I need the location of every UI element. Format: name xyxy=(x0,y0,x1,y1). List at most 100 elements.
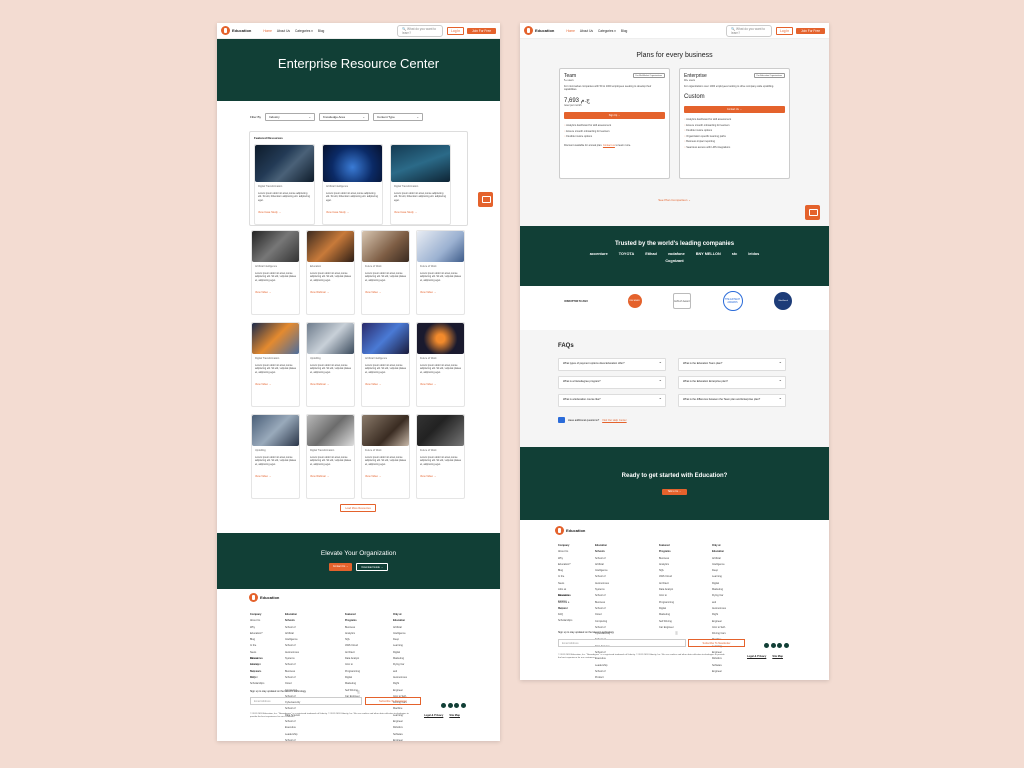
search-input[interactable]: 🔍 What do you want to learn? xyxy=(726,24,773,37)
facebook-icon[interactable] xyxy=(441,703,446,708)
resource-card[interactable]: Future of Work Lorem ipsum dolor sit amet… xyxy=(361,230,410,315)
footer-link[interactable]: Digital Marketing xyxy=(712,581,726,594)
card-link[interactable]: View Video → xyxy=(420,383,461,387)
footer-link[interactable]: Deep Learning xyxy=(393,637,407,650)
footer-link[interactable]: Deep Learning xyxy=(712,568,726,581)
faq-item-4[interactable]: What is a Education course like? xyxy=(558,394,666,407)
footer-link[interactable]: AWS Cloud Architect xyxy=(345,643,360,656)
brand-logo[interactable]: Education xyxy=(524,26,554,35)
twitter-icon[interactable] xyxy=(454,703,459,708)
footer-link[interactable]: Self Driving Car Engineer xyxy=(659,619,674,632)
footer-logo[interactable]: Education xyxy=(249,593,279,602)
card-link[interactable]: View Video → xyxy=(365,291,406,295)
chat-icon[interactable] xyxy=(478,192,493,207)
resource-card[interactable]: Artificial Intelligence Lorem ipsum dolor… xyxy=(361,322,410,407)
footer-link[interactable]: Artificial Intelligence xyxy=(393,625,407,638)
footer-link[interactable]: Intro to Self-Driving Cars xyxy=(712,625,726,638)
instagram-icon[interactable] xyxy=(460,703,466,708)
footer-link[interactable]: School of Product Management xyxy=(285,738,300,741)
site-map-link[interactable]: Site Map xyxy=(449,714,460,717)
card-link[interactable]: View Video → xyxy=(365,383,406,387)
industry-select[interactable]: Industry ⌄ xyxy=(265,113,316,121)
footer-link[interactable]: In the News xyxy=(250,643,263,656)
brand-logo[interactable]: Education xyxy=(221,26,251,35)
resource-card[interactable]: Digital Transformation Lorem ipsum dolor … xyxy=(251,322,300,407)
contact-us-button[interactable]: Contact Us → xyxy=(684,106,785,113)
linkedin-icon[interactable] xyxy=(447,703,453,708)
footer-link[interactable]: Scholarships xyxy=(250,681,264,687)
footer-link[interactable]: Flying Car and Autonomous Flight Enginee… xyxy=(712,593,726,624)
footer-link[interactable]: School of Business xyxy=(285,662,300,675)
resource-card[interactable]: Future of Work Lorem ipsum dolor sit amet… xyxy=(416,414,465,499)
footer-link[interactable]: Intro to Programming xyxy=(345,662,360,675)
footer-link[interactable]: Business Analytics xyxy=(659,556,674,569)
footer-link[interactable]: Why Education? xyxy=(558,556,571,569)
site-map-link[interactable]: Site Map xyxy=(772,655,783,658)
footer-link[interactable]: Digital Marketing xyxy=(393,650,407,663)
resource-card[interactable]: Future of Work Lorem ipsum dolor sit amet… xyxy=(416,322,465,407)
resource-card[interactable]: Digital Transformation Lorem ipsum dolor … xyxy=(306,414,355,499)
legal-privacy-link[interactable]: Legal & Privacy xyxy=(424,714,443,717)
footer-link[interactable]: Help and FAQ xyxy=(558,606,572,619)
card-link[interactable]: View Webinar → xyxy=(310,291,351,295)
footer-link[interactable]: Scholarships xyxy=(558,618,572,624)
nav-link-3[interactable]: Blog xyxy=(318,29,324,33)
card-link[interactable]: View Video → xyxy=(255,475,296,479)
resource-card[interactable]: Digital Transformation Lorem ipsum dolor … xyxy=(254,144,315,225)
card-link[interactable]: View Video → xyxy=(420,475,461,479)
footer-link[interactable]: School of Artificial Intelligence xyxy=(285,625,300,644)
card-link[interactable]: View Case Study → xyxy=(394,211,447,215)
help-center-link[interactable]: Visit Our Help Center xyxy=(602,419,626,422)
footer-link[interactable]: Flying Car and Autonomous Flight Enginee… xyxy=(393,662,407,693)
subscribe-button[interactable]: Subscribe To Newsletter xyxy=(688,639,745,647)
legal-privacy-link[interactable]: Legal & Privacy xyxy=(747,655,766,658)
footer-link[interactable]: Help and FAQ xyxy=(250,669,264,682)
content-type-select[interactable]: Content Type ⌄ xyxy=(373,113,424,121)
nav-link-0[interactable]: Home xyxy=(566,29,575,33)
subscribe-button[interactable]: Subscribe To Newsletter xyxy=(365,697,421,705)
download-guide-button[interactable]: Download Guide → xyxy=(356,563,389,571)
footer-link[interactable]: School of Executive Leadership xyxy=(285,719,300,738)
knowledge-area-select[interactable]: Knowledge Area ⌄ xyxy=(319,113,370,121)
card-link[interactable]: View Webinar → xyxy=(310,475,351,479)
join-button[interactable]: Join For Free xyxy=(796,27,825,34)
card-link[interactable]: View Video → xyxy=(255,291,296,295)
login-button[interactable]: Log In xyxy=(776,26,794,35)
footer-link[interactable]: School of Product Management xyxy=(595,669,610,680)
footer-link[interactable]: Why Education? xyxy=(250,625,263,638)
footer-link[interactable]: Intro to Programming xyxy=(659,593,674,606)
nav-link-2[interactable]: Categories ▾ xyxy=(295,29,313,33)
footer-link[interactable]: School of Autonomous Systems xyxy=(285,643,300,662)
card-link[interactable]: View Webinar → xyxy=(310,383,351,387)
talk-to-us-button[interactable]: Talk to Us → xyxy=(661,488,688,495)
faq-item-5[interactable]: What is the difference between the Team … xyxy=(678,394,786,407)
nav-link-2[interactable]: Categories ▾ xyxy=(598,29,616,33)
facebook-icon[interactable] xyxy=(764,643,769,648)
card-link[interactable]: View Video → xyxy=(255,383,296,387)
contact-us-link[interactable]: Contact us xyxy=(603,144,615,147)
card-link[interactable]: View Video → xyxy=(420,291,461,295)
resource-card[interactable]: Education Lorem ipsum dolor sit amet,cons… xyxy=(306,230,355,315)
footer-link[interactable]: Digital Marketing xyxy=(659,606,674,619)
card-link[interactable]: View Case Study → xyxy=(258,211,311,215)
footer-link[interactable]: Robotics Software Engineer xyxy=(393,725,407,741)
resource-card[interactable]: Digital Transformation Lorem ipsum dolor … xyxy=(390,144,451,225)
chat-icon[interactable] xyxy=(805,205,820,220)
join-button[interactable]: Join For Free xyxy=(467,27,496,34)
card-link[interactable]: View Case Study → xyxy=(326,211,379,215)
footer-link[interactable]: School of Artificial Intelligence xyxy=(595,556,610,575)
nav-link-1[interactable]: About Us xyxy=(580,29,593,33)
faq-item-0[interactable]: What types of payment options does Educa… xyxy=(558,358,666,371)
footer-link[interactable]: Business Analytics xyxy=(345,625,360,638)
search-input[interactable]: 🔍 What do you want to learn? xyxy=(397,24,444,37)
footer-link[interactable]: School of Cloud Computing xyxy=(595,606,610,625)
resource-card[interactable]: Future of Work Lorem ipsum dolor sit amet… xyxy=(361,414,410,499)
see-comparison-link[interactable]: See Plan Comparison ⌄ xyxy=(520,198,829,202)
sign-up-button[interactable]: Sign Up → xyxy=(564,112,665,119)
instagram-icon[interactable] xyxy=(783,643,789,648)
card-link[interactable]: View Video → xyxy=(365,475,406,479)
footer-link[interactable]: Artificial Intelligence xyxy=(712,556,726,569)
footer-link[interactable]: School of Business xyxy=(595,593,610,606)
footer-link[interactable]: School of Autonomous Systems xyxy=(595,574,610,593)
contact-us-button[interactable]: Contact Us → xyxy=(328,563,353,571)
